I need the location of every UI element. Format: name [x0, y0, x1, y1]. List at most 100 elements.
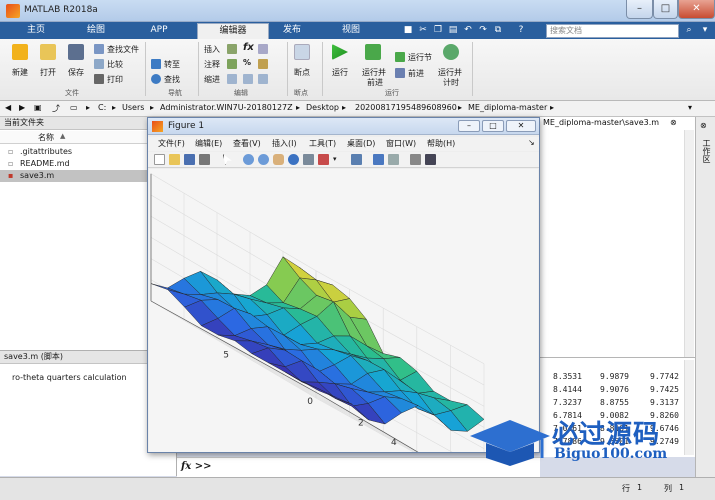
pan-icon[interactable]: [273, 154, 284, 165]
open-file-icon[interactable]: [169, 154, 180, 165]
save-button[interactable]: 保存: [68, 67, 84, 78]
menu-edit[interactable]: 编辑(E): [195, 138, 222, 149]
paste-icon[interactable]: ▤: [447, 24, 459, 36]
menu-insert[interactable]: 插入(I): [272, 138, 297, 149]
find-button[interactable]: 查找: [164, 74, 180, 85]
tab-publish[interactable]: 发布: [270, 23, 314, 39]
figure-window[interactable]: Figure 1 – □ ✕ 文件(F) 编辑(E) 查看(V) 插入(I) 工…: [134, 117, 540, 500]
insert-button[interactable]: 插入: [204, 44, 220, 55]
m-file-icon: ▪: [8, 171, 14, 180]
breakpoints-button[interactable]: 断点: [294, 67, 310, 78]
browse-folder-icon[interactable]: ▣: [34, 103, 42, 112]
run-time-button-line2[interactable]: 计时: [443, 77, 459, 88]
advance-button[interactable]: 前进: [408, 68, 424, 79]
close-button[interactable]: ✕: [678, 0, 715, 19]
comment-button[interactable]: 注释: [204, 59, 220, 70]
breadcrumb-drive[interactable]: C:: [98, 103, 106, 112]
zoom-in-icon[interactable]: [243, 154, 254, 165]
percent-comment-icon[interactable]: %: [243, 58, 251, 67]
redo-icon[interactable]: ↷: [477, 24, 489, 36]
brush-dropdown-icon[interactable]: ▾: [333, 154, 344, 165]
wrap-comment-icon[interactable]: [258, 59, 268, 69]
tab-apps[interactable]: APP: [137, 23, 181, 39]
name-column-header[interactable]: 名称: [38, 132, 54, 143]
tab-editor[interactable]: 编辑器: [197, 23, 269, 39]
breadcrumb-desktop[interactable]: Desktop: [306, 103, 339, 112]
figure-maximize-button[interactable]: □: [482, 120, 504, 132]
tab-home[interactable]: 主页: [14, 23, 58, 39]
search-icon[interactable]: ⌕: [683, 24, 695, 36]
file-readme[interactable]: README.md: [20, 159, 70, 168]
zoom-out-icon[interactable]: [258, 154, 269, 165]
pointer-icon[interactable]: [223, 154, 232, 165]
sort-ascending-icon[interactable]: ▲: [60, 132, 65, 140]
undo-icon[interactable]: ↶: [462, 24, 474, 36]
run-advance-button-line2[interactable]: 前进: [367, 77, 383, 88]
group-run: 运行: [385, 89, 399, 97]
menu-dock-icon[interactable]: ↘: [528, 138, 535, 147]
minimize-button[interactable]: –: [626, 0, 653, 19]
copy-icon[interactable]: ❐: [432, 24, 444, 36]
file-gitattributes[interactable]: .gitattributes: [20, 147, 72, 156]
file-save3[interactable]: save3.m: [20, 171, 54, 180]
indent-decrease-icon[interactable]: [258, 74, 268, 84]
editor-close-icon[interactable]: ⊗: [670, 118, 677, 127]
insert-section-icon[interactable]: [227, 44, 237, 54]
switch-windows-icon[interactable]: ⧉: [492, 24, 504, 36]
maximize-button[interactable]: □: [653, 0, 678, 19]
menu-desktop[interactable]: 桌面(D): [347, 138, 375, 149]
back-icon[interactable]: ◀: [5, 103, 11, 112]
breadcrumb-date-folder[interactable]: 20200817195489608960: [355, 103, 457, 112]
menu-view[interactable]: 查看(V): [233, 138, 261, 149]
forward-icon[interactable]: ▶: [19, 103, 25, 112]
figure-close-button[interactable]: ✕: [506, 120, 536, 132]
legend-icon[interactable]: [388, 154, 399, 165]
menu-help[interactable]: 帮助(H): [427, 138, 455, 149]
cut-icon[interactable]: ✂: [417, 24, 429, 36]
menu-tools[interactable]: 工具(T): [309, 138, 336, 149]
find-files-button[interactable]: 查找文件: [107, 44, 139, 55]
figure-minimize-button[interactable]: –: [458, 120, 480, 132]
workspace-label[interactable]: 工作区: [701, 139, 712, 163]
rotate-3d-icon[interactable]: [288, 154, 299, 165]
hide-plot-tools-icon[interactable]: [410, 154, 421, 165]
new-button[interactable]: 新建: [12, 67, 28, 78]
goto-button[interactable]: 转至: [164, 59, 180, 70]
compare-button[interactable]: 比较: [107, 59, 123, 70]
menu-window[interactable]: 窗口(W): [386, 138, 416, 149]
up-folder-icon[interactable]: ⤴: [52, 103, 60, 114]
save-figure-icon[interactable]: [184, 154, 195, 165]
run-advance-icon: [365, 44, 381, 60]
indent-smart-icon[interactable]: [227, 74, 237, 84]
figure-title-bar[interactable]: Figure 1 – □ ✕: [148, 118, 539, 135]
indent-increase-icon[interactable]: [243, 74, 253, 84]
tab-plots[interactable]: 绘图: [74, 23, 118, 39]
open-button[interactable]: 打开: [40, 67, 56, 78]
print-figure-icon[interactable]: [199, 154, 210, 165]
run-button[interactable]: 运行: [332, 67, 348, 78]
brush-icon[interactable]: [318, 154, 329, 165]
menu-file[interactable]: 文件(F): [158, 138, 185, 149]
help-icon[interactable]: ?: [515, 24, 527, 36]
tab-view[interactable]: 视图: [325, 23, 377, 39]
address-dropdown-icon[interactable]: ▾: [688, 103, 692, 112]
show-plot-tools-icon[interactable]: [425, 154, 436, 165]
link-plot-icon[interactable]: [351, 154, 362, 165]
save-quick-icon[interactable]: ■: [402, 24, 414, 36]
search-documentation-input[interactable]: 搜索文档: [546, 24, 679, 38]
ribbon-collapse-icon[interactable]: ▾: [699, 24, 711, 36]
fx-insert-icon[interactable]: fx: [243, 42, 254, 53]
indent-button[interactable]: 缩进: [204, 74, 220, 85]
print-button[interactable]: 打印: [107, 74, 123, 85]
run-section-button[interactable]: 运行节: [408, 52, 432, 63]
breadcrumb-user[interactable]: Administrator.WIN7U-20180127Z: [160, 103, 293, 112]
breadcrumb-project[interactable]: ME_diploma-master: [468, 103, 547, 112]
breadcrumb-users[interactable]: Users: [122, 103, 144, 112]
colorbar-icon[interactable]: [373, 154, 384, 165]
comment-icon[interactable]: [227, 59, 237, 69]
editor-scrollbar[interactable]: [684, 130, 694, 357]
insert-more-icon[interactable]: [258, 44, 268, 54]
new-figure-icon[interactable]: [154, 154, 165, 165]
workspace-dropdown-icon[interactable]: ⊗: [700, 121, 707, 130]
data-cursor-icon[interactable]: [303, 154, 314, 165]
